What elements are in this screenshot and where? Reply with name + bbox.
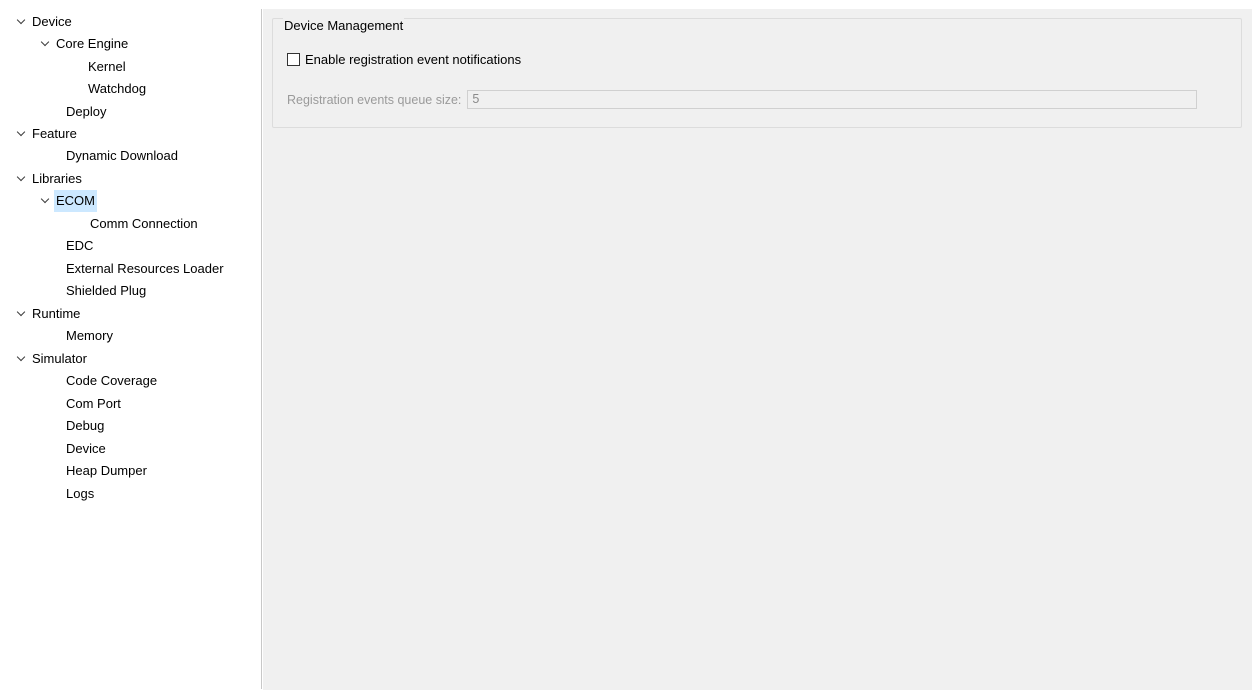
preferences-tree: Device Core Engine Kernel Watchdog Deplo…	[10, 9, 262, 689]
tree-item-label: Deploy	[66, 104, 107, 119]
group-title: Device Management	[283, 18, 405, 33]
tree-item-ecom[interactable]: ECOM	[38, 190, 97, 212]
tree-item-kernel[interactable]: Kernel	[86, 56, 128, 78]
tree-item-label: Feature	[32, 126, 77, 141]
tree-item-simulator[interactable]: Simulator	[14, 348, 89, 370]
tree-item-label: Runtime	[32, 306, 81, 321]
tree-item-label: Code Coverage	[66, 373, 158, 388]
tree-item-label: Dynamic Download	[66, 148, 178, 163]
tree-item-shielded-plug[interactable]: Shielded Plug	[64, 280, 148, 302]
tree-item-device[interactable]: Device	[14, 11, 74, 33]
tree-item-label: Device	[66, 441, 106, 456]
enable-notifications-label[interactable]: Enable registration event notifications	[305, 52, 521, 67]
tree-item-deploy[interactable]: Deploy	[64, 101, 108, 123]
tree-item-dynamic-download[interactable]: Dynamic Download	[64, 145, 180, 167]
tree-item-label: Watchdog	[88, 81, 147, 96]
device-management-group	[272, 18, 1242, 128]
tree-item-memory[interactable]: Memory	[64, 325, 115, 347]
tree-item-label: Logs	[66, 486, 95, 501]
tree-item-debug[interactable]: Debug	[64, 415, 106, 437]
chevron-down-icon[interactable]	[14, 348, 30, 370]
tree-item-comm-connection[interactable]: Comm Connection	[88, 213, 200, 235]
chevron-down-icon[interactable]	[14, 168, 30, 190]
tree-item-label: Com Port	[66, 396, 121, 411]
tree-item-watchdog[interactable]: Watchdog	[86, 78, 148, 100]
tree-item-runtime[interactable]: Runtime	[14, 303, 82, 325]
tree-item-label: Shielded Plug	[66, 283, 147, 298]
chevron-down-icon[interactable]	[14, 11, 30, 33]
tree-item-code-coverage[interactable]: Code Coverage	[64, 370, 159, 392]
tree-item-label: External Resources Loader	[66, 261, 224, 276]
queue-size-row: Registration events queue size: 5	[287, 89, 1198, 110]
tree-item-label: Comm Connection	[90, 216, 198, 231]
queue-size-label: Registration events queue size:	[287, 92, 462, 107]
enable-notifications-checkbox-row[interactable]: Enable registration event notifications	[287, 48, 521, 70]
tree-item-feature[interactable]: Feature	[14, 123, 79, 145]
tree-item-label: Simulator	[32, 351, 87, 366]
tree-item-logs[interactable]: Logs	[64, 483, 96, 505]
tree-item-label: Kernel	[88, 59, 126, 74]
tree-item-label: Libraries	[32, 171, 82, 186]
preferences-window: Device Core Engine Kernel Watchdog Deplo…	[0, 0, 1252, 690]
chevron-down-icon[interactable]	[14, 123, 30, 145]
tree-item-label: Memory	[66, 328, 113, 343]
tree-item-core-engine[interactable]: Core Engine	[38, 33, 130, 55]
tree-item-label: Debug	[66, 418, 105, 433]
queue-size-input[interactable]: 5	[467, 90, 1198, 109]
tree-item-label: EDC	[66, 238, 94, 253]
chevron-down-icon[interactable]	[14, 303, 30, 325]
chevron-down-icon[interactable]	[38, 190, 54, 212]
tree-item-libraries[interactable]: Libraries	[14, 168, 84, 190]
tree-item-com-port[interactable]: Com Port	[64, 393, 123, 415]
tree-item-label: Core Engine	[56, 36, 129, 51]
settings-page: Device Management Enable registration ev…	[263, 9, 1252, 690]
tree-item-heap-dumper[interactable]: Heap Dumper	[64, 460, 149, 482]
tree-item-external-resources-loader[interactable]: External Resources Loader	[64, 258, 226, 280]
tree-item-label: Device	[32, 14, 72, 29]
tree-item-label: ECOM	[54, 190, 97, 212]
tree-item-edc[interactable]: EDC	[64, 235, 95, 257]
chevron-down-icon[interactable]	[38, 33, 54, 55]
tree-item-label: Heap Dumper	[66, 463, 147, 478]
enable-notifications-checkbox[interactable]	[287, 52, 300, 66]
tree-item-simulator-device[interactable]: Device	[64, 438, 108, 460]
